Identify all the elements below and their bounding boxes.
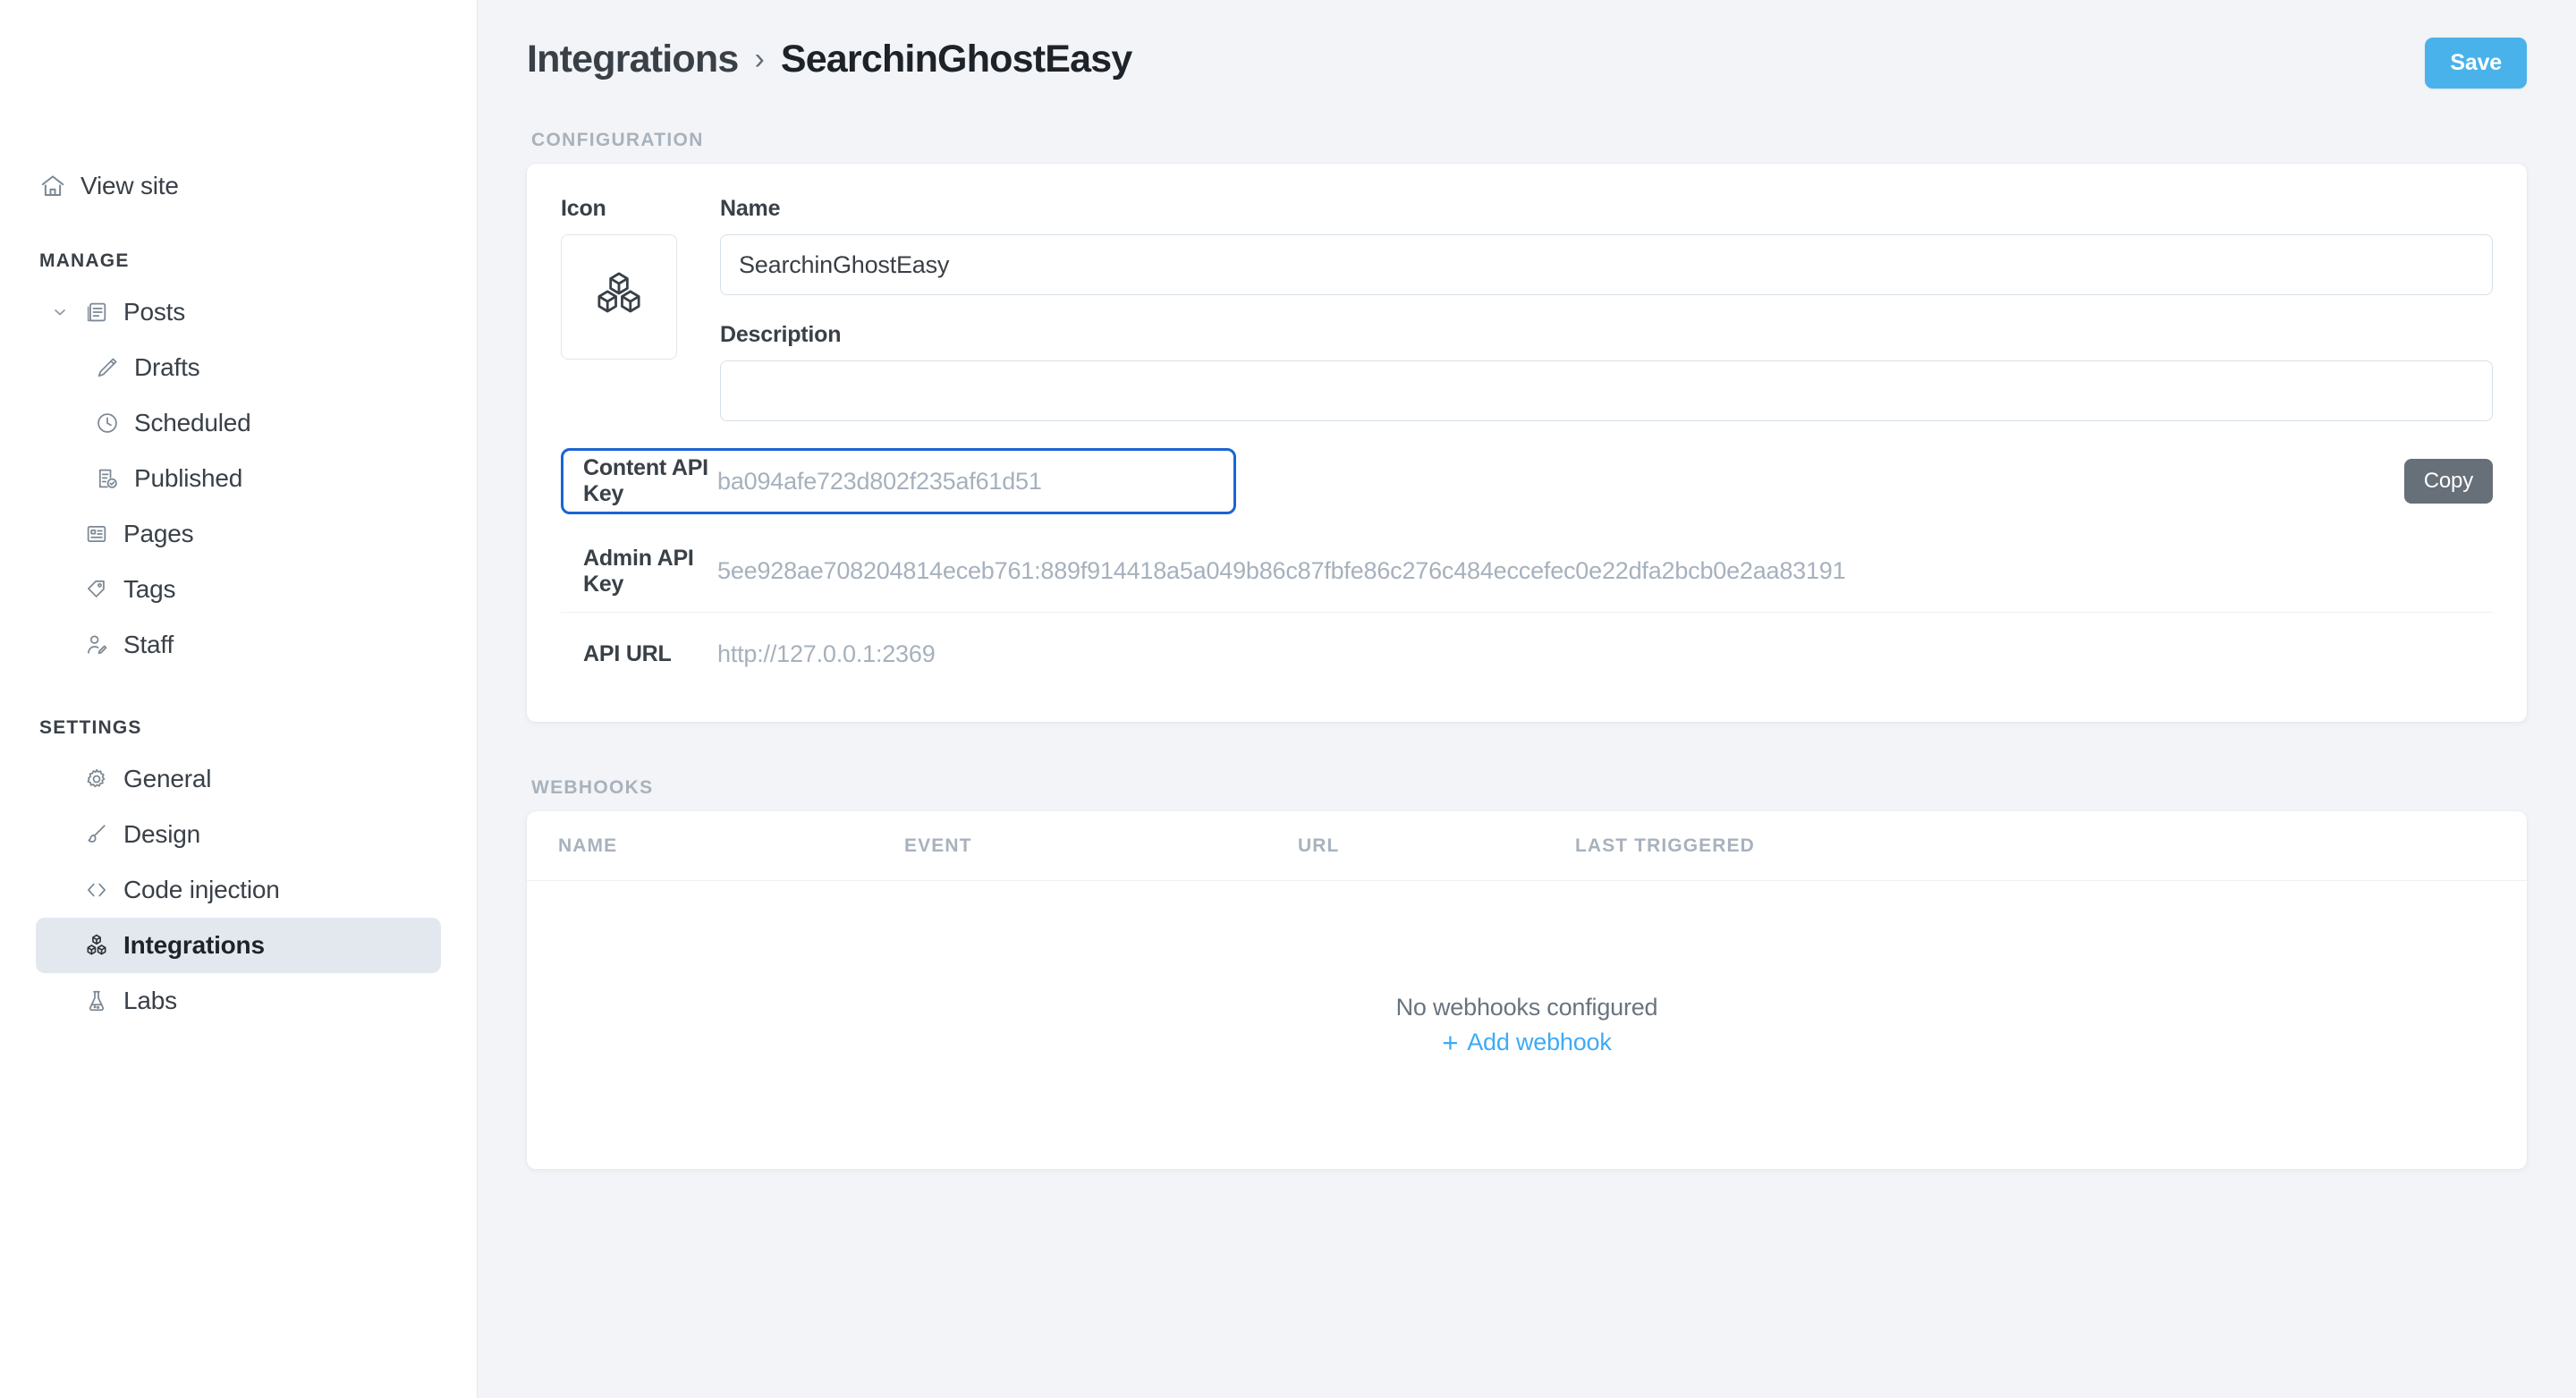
home-icon [39, 173, 66, 199]
configuration-fields: Name Description [720, 196, 2493, 421]
webhooks-group-label: WEBHOOKS [527, 777, 2527, 799]
page-title: SearchinGhostEasy [781, 38, 1132, 81]
add-webhook-label: Add webhook [1467, 1029, 1611, 1056]
sidebar-item-general[interactable]: General [36, 751, 441, 807]
breadcrumb-parent[interactable]: Integrations [527, 38, 738, 81]
user-edit-icon [84, 632, 109, 657]
sidebar-item-label: Published [134, 464, 242, 493]
sidebar-item-label: Integrations [123, 931, 265, 960]
sidebar-item-label: Posts [123, 298, 185, 326]
content-api-key-value[interactable]: ba094afe723d802f235af61d51 [717, 468, 1233, 496]
main-content: Integrations › SearchinGhostEasy Save CO… [478, 0, 2576, 1398]
flask-icon [84, 988, 109, 1013]
sidebar-heading-manage: MANAGE [36, 250, 441, 272]
content-api-key-row[interactable]: Content API Key ba094afe723d802f235af61d… [561, 448, 1236, 514]
sidebar-heading-settings: SETTINGS [36, 717, 441, 739]
column-header-name: NAME [545, 835, 904, 857]
sidebar-item-label: View site [80, 172, 179, 200]
sidebar-item-pages[interactable]: Pages [36, 506, 441, 562]
content-api-key-row-wrapper: Content API Key ba094afe723d802f235af61d… [561, 448, 2493, 514]
sidebar-item-tags[interactable]: Tags [36, 562, 441, 617]
content-api-key-label: Content API Key [583, 455, 717, 507]
sidebar-item-posts[interactable]: Posts [36, 284, 441, 340]
save-button[interactable]: Save [2425, 38, 2527, 89]
cubes-icon [590, 268, 648, 326]
configuration-card: Icon [527, 164, 2527, 722]
pencil-icon [95, 355, 120, 380]
cubes-icon [84, 933, 109, 958]
admin-api-key-value[interactable]: 5ee928ae708204814eceb761:889f914418a5a04… [717, 557, 2493, 585]
sidebar-item-published[interactable]: Published [36, 451, 441, 506]
chevron-right-icon: › [754, 42, 764, 77]
sidebar-item-label: Staff [123, 631, 174, 659]
webhooks-card: NAME EVENT URL LAST TRIGGERED No webhook… [527, 811, 2527, 1169]
app-root: View site MANAGE Posts Drafts [0, 0, 2576, 1398]
sidebar-item-labs[interactable]: Labs [36, 973, 441, 1029]
webhooks-empty-state: No webhooks configured + Add webhook [527, 881, 2527, 1169]
tag-icon [84, 577, 109, 602]
description-field-label: Description [720, 322, 2493, 348]
description-input[interactable] [720, 360, 2493, 421]
sidebar-item-drafts[interactable]: Drafts [36, 340, 441, 395]
sidebar-item-label: Tags [123, 575, 175, 604]
column-header-url: URL [1298, 835, 1575, 857]
sidebar-item-label: General [123, 765, 211, 793]
admin-api-key-label: Admin API Key [583, 546, 717, 597]
sidebar-item-staff[interactable]: Staff [36, 617, 441, 673]
paintbrush-icon [84, 822, 109, 847]
pages-icon [84, 521, 109, 546]
code-brackets-icon [84, 877, 109, 902]
configuration-group-label: CONFIGURATION [527, 130, 2527, 151]
plus-icon: + [1442, 1029, 1458, 1056]
sidebar-item-label: Pages [123, 520, 193, 548]
webhooks-empty-message: No webhooks configured [1396, 994, 1658, 1021]
posts-icon [84, 300, 109, 325]
name-field-label: Name [720, 196, 2493, 222]
sidebar-item-label: Code injection [123, 876, 280, 904]
icon-upload-box[interactable] [561, 234, 677, 360]
copy-button[interactable]: Copy [2404, 459, 2493, 504]
add-webhook-button[interactable]: + Add webhook [1442, 1029, 1611, 1056]
webhooks-table-header: NAME EVENT URL LAST TRIGGERED [527, 811, 2527, 881]
sidebar-item-label: Labs [123, 987, 177, 1015]
column-header-event: EVENT [904, 835, 1298, 857]
sidebar-item-label: Scheduled [134, 409, 251, 437]
sidebar-item-scheduled[interactable]: Scheduled [36, 395, 441, 451]
sidebar-item-view-site[interactable]: View site [36, 166, 441, 206]
api-keys-list: Content API Key ba094afe723d802f235af61d… [561, 448, 2493, 695]
sidebar-item-label: Drafts [134, 353, 199, 382]
admin-api-key-row[interactable]: Admin API Key 5ee928ae708204814eceb761:8… [561, 530, 2493, 613]
sidebar: View site MANAGE Posts Drafts [0, 0, 478, 1398]
icon-field: Icon [561, 196, 677, 421]
api-url-row[interactable]: API URL http://127.0.0.1:2369 [561, 613, 2493, 695]
sidebar-item-label: Design [123, 820, 200, 849]
sidebar-item-integrations[interactable]: Integrations [36, 918, 441, 973]
api-url-value[interactable]: http://127.0.0.1:2369 [717, 640, 2493, 668]
chevron-down-icon[interactable] [50, 303, 70, 321]
page-header: Integrations › SearchinGhostEasy Save [527, 0, 2527, 89]
name-input[interactable] [720, 234, 2493, 295]
field-spacer [720, 295, 2493, 322]
gear-icon [84, 767, 109, 792]
sidebar-item-code-injection[interactable]: Code injection [36, 862, 441, 918]
breadcrumb: Integrations › SearchinGhostEasy [527, 38, 1132, 81]
icon-field-label: Icon [561, 196, 677, 222]
clock-icon [95, 411, 120, 436]
document-check-icon [95, 466, 120, 491]
column-header-last-triggered: LAST TRIGGERED [1575, 835, 2509, 857]
sidebar-item-design[interactable]: Design [36, 807, 441, 862]
api-url-label: API URL [583, 641, 717, 667]
configuration-top-row: Icon [561, 196, 2493, 421]
